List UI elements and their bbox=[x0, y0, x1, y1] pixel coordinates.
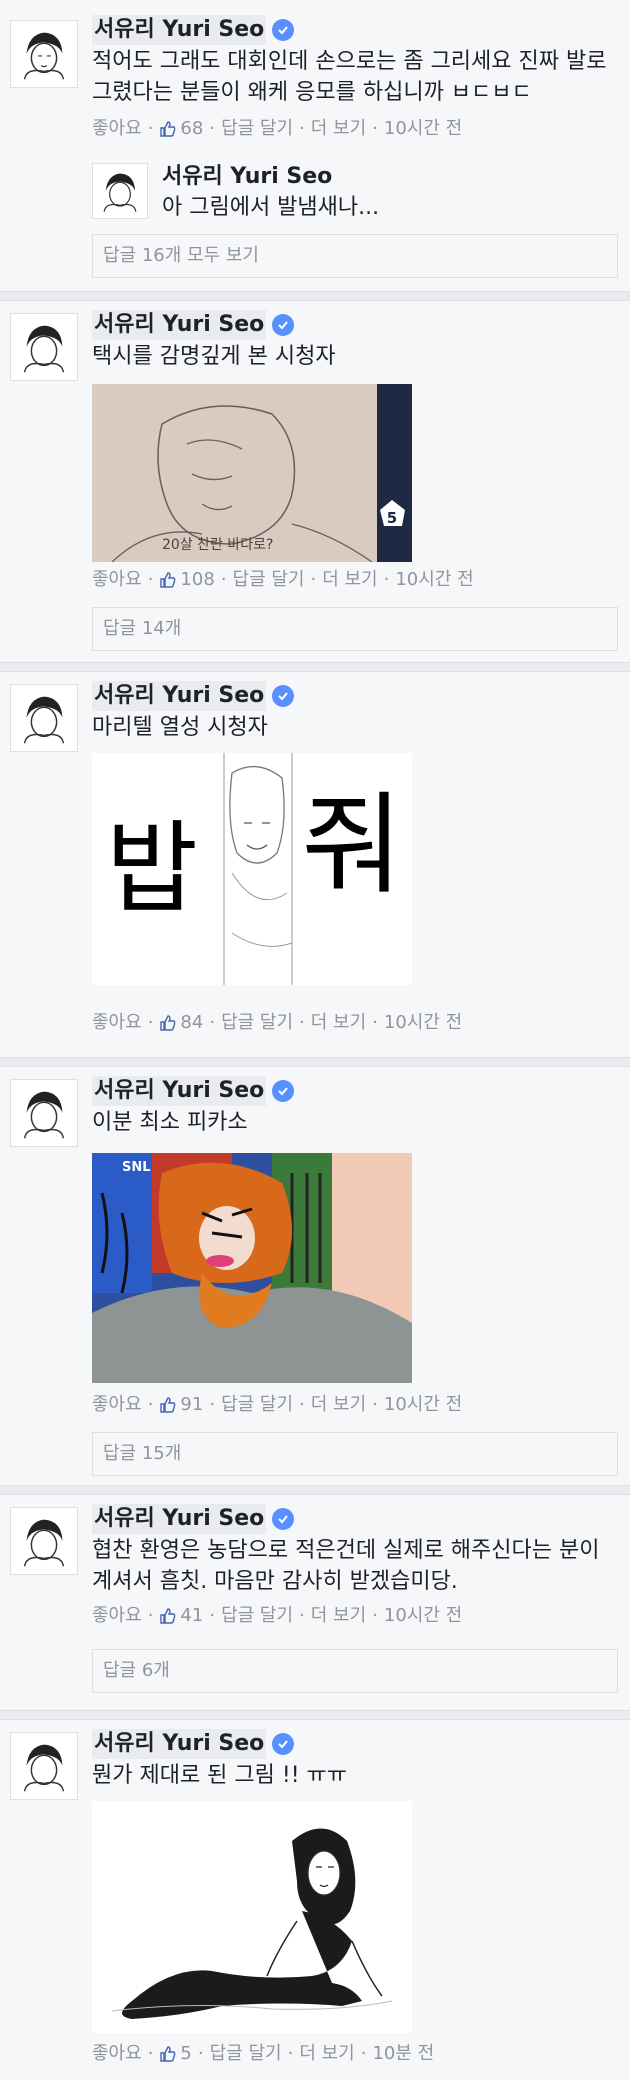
more-link[interactable]: 더 보기 bbox=[311, 1008, 366, 1038]
timestamp[interactable]: 10분 전 bbox=[372, 2039, 434, 2069]
verified-badge-icon bbox=[272, 685, 295, 707]
author-name[interactable]: 서유리 Yuri Seo bbox=[92, 310, 267, 340]
like-count[interactable]: 5 bbox=[180, 2039, 191, 2069]
verified-badge-icon bbox=[272, 314, 295, 336]
timestamp[interactable]: 10시간 전 bbox=[384, 1601, 462, 1631]
comment-5: 서유리 Yuri Seo 협찬 환영은 농담으로 적은건데 실제로 해주신다는 … bbox=[0, 1495, 630, 1710]
like-count[interactable]: 68 bbox=[180, 114, 203, 144]
comment-6: 서유리 Yuri Seo 뭔가 제대로 된 그림 !! ㅠㅠ 좋아요 · 5 · 답… bbox=[0, 1720, 630, 2080]
more-link[interactable]: 더 보기 bbox=[299, 2039, 354, 2069]
more-link[interactable]: 더 보기 bbox=[311, 114, 366, 144]
image-left-text: 밥 bbox=[106, 810, 198, 927]
reply-link[interactable]: 답글 달기 bbox=[221, 114, 293, 144]
image-right-text: 줘 bbox=[301, 781, 402, 909]
comment-image[interactable]: SNL bbox=[92, 1153, 412, 1383]
timestamp[interactable]: 10시간 전 bbox=[395, 565, 473, 595]
comment-text: 마리텔 열성 시청자 bbox=[92, 715, 268, 740]
comment-image[interactable]: 20살 찬란 바다로? 5 bbox=[92, 384, 412, 562]
reply-link[interactable]: 답글 달기 bbox=[221, 1601, 293, 1631]
view-replies-button[interactable]: 답글 16개 모두 보기 bbox=[92, 234, 618, 278]
comment-divider bbox=[0, 1485, 630, 1495]
image-badge: 5 bbox=[387, 509, 397, 527]
author-name[interactable]: 서유리 Yuri Seo bbox=[92, 1504, 267, 1534]
like-link[interactable]: 좋아요 bbox=[92, 2039, 142, 2069]
comment-divider bbox=[0, 1057, 630, 1067]
thumbs-up-icon bbox=[159, 120, 177, 138]
like-count[interactable]: 84 bbox=[180, 1008, 203, 1038]
comment-text: 협찬 환영은 농담으로 적은건데 실제로 해주신다는 분이 계셔서 흠칫. 마음… bbox=[92, 1538, 600, 1594]
comment-divider bbox=[0, 662, 630, 672]
like-link[interactable]: 좋아요 bbox=[92, 114, 142, 144]
view-replies-button[interactable]: 답글 14개 bbox=[92, 607, 618, 651]
comment-1: 서유리 Yuri Seo 적어도 그래도 대회인데 손으로는 좀 그리세요 진짜… bbox=[0, 0, 630, 282]
timestamp[interactable]: 10시간 전 bbox=[384, 114, 462, 144]
avatar[interactable] bbox=[10, 313, 78, 381]
comment-divider bbox=[0, 1710, 630, 1720]
reply-avatar[interactable] bbox=[92, 163, 148, 219]
thumbs-up-icon bbox=[159, 571, 177, 589]
timestamp[interactable]: 10시간 전 bbox=[384, 1008, 462, 1038]
comment-divider bbox=[0, 291, 630, 301]
author-name[interactable]: 서유리 Yuri Seo bbox=[92, 1076, 267, 1106]
comment-text: 적어도 그래도 대회인데 손으로는 좀 그리세요 진짜 발로 그렸다는 분들이 … bbox=[92, 49, 607, 105]
verified-badge-icon bbox=[272, 1080, 295, 1102]
like-link[interactable]: 좋아요 bbox=[92, 565, 142, 595]
image-caption: 20살 찬란 바다로? bbox=[162, 537, 273, 553]
avatar[interactable] bbox=[10, 1079, 78, 1147]
reply-link[interactable]: 답글 달기 bbox=[233, 565, 305, 595]
comment-3: 서유리 Yuri Seo 마리텔 열성 시청자 밥 줘 좋아요 · 84 · 답글 … bbox=[0, 672, 630, 1057]
comment-text: 이분 최소 피카소 bbox=[92, 1110, 248, 1135]
like-count[interactable]: 91 bbox=[180, 1390, 203, 1420]
image-logo: SNL bbox=[122, 1160, 151, 1175]
reply-text: 아 그림에서 발냄새나... bbox=[162, 195, 380, 220]
comment-image[interactable]: 밥 줘 bbox=[92, 753, 412, 985]
verified-badge-icon bbox=[272, 1508, 295, 1530]
reply-link[interactable]: 답글 달기 bbox=[221, 1008, 293, 1038]
thumbs-up-icon bbox=[159, 2045, 177, 2063]
reply-link[interactable]: 답글 달기 bbox=[210, 2039, 282, 2069]
avatar[interactable] bbox=[10, 1507, 78, 1575]
comment-2: 서유리 Yuri Seo 택시를 감명깊게 본 시청자 20살 찬란 바다로? … bbox=[0, 301, 630, 662]
avatar[interactable] bbox=[10, 1732, 78, 1800]
comment-text: 택시를 감명깊게 본 시청자 bbox=[92, 344, 336, 369]
reply-link[interactable]: 답글 달기 bbox=[221, 1390, 293, 1420]
reply-author-name[interactable]: 서유리 Yuri Seo bbox=[162, 162, 379, 192]
like-link[interactable]: 좋아요 bbox=[92, 1008, 142, 1038]
comment-4: 서유리 Yuri Seo 이분 최소 피카소 SNL 좋아요 · 91 · 답글 달… bbox=[0, 1067, 630, 1485]
like-count[interactable]: 108 bbox=[180, 565, 214, 595]
avatar[interactable] bbox=[10, 20, 78, 88]
verified-badge-icon bbox=[272, 19, 295, 41]
author-name[interactable]: 서유리 Yuri Seo bbox=[92, 681, 267, 711]
more-link[interactable]: 더 보기 bbox=[311, 1390, 366, 1420]
like-link[interactable]: 좋아요 bbox=[92, 1601, 142, 1631]
verified-badge-icon bbox=[272, 1733, 295, 1755]
like-count[interactable]: 41 bbox=[180, 1601, 203, 1631]
thumbs-up-icon bbox=[159, 1607, 177, 1625]
more-link[interactable]: 더 보기 bbox=[311, 1601, 366, 1631]
timestamp[interactable]: 10시간 전 bbox=[384, 1390, 462, 1420]
comment-image[interactable] bbox=[92, 1801, 412, 2033]
author-name[interactable]: 서유리 Yuri Seo bbox=[92, 1729, 267, 1759]
view-replies-button[interactable]: 답글 6개 bbox=[92, 1649, 618, 1693]
thumbs-up-icon bbox=[159, 1396, 177, 1414]
comment-text: 뭔가 제대로 된 그림 !! ㅠㅠ bbox=[92, 1763, 348, 1788]
view-replies-button[interactable]: 답글 15개 bbox=[92, 1432, 618, 1476]
thumbs-up-icon bbox=[159, 1014, 177, 1032]
avatar[interactable] bbox=[10, 684, 78, 752]
author-name[interactable]: 서유리 Yuri Seo bbox=[92, 15, 267, 45]
more-link[interactable]: 더 보기 bbox=[322, 565, 377, 595]
like-link[interactable]: 좋아요 bbox=[92, 1390, 142, 1420]
